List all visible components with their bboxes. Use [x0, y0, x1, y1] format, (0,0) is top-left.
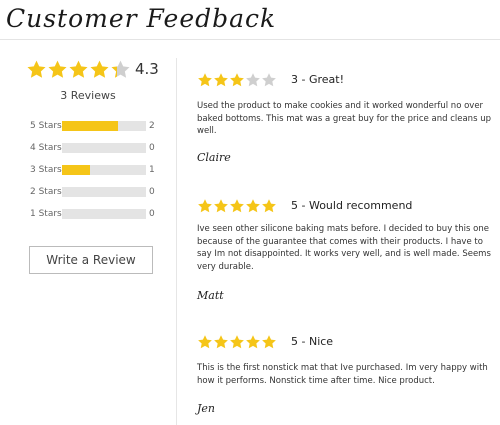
star-icon	[197, 198, 213, 214]
review-count: 3 Reviews	[60, 89, 116, 102]
star-icon	[261, 72, 277, 88]
review-title: 5 - Nice	[291, 335, 334, 348]
rating-bar-track	[62, 165, 146, 175]
star-icon	[26, 59, 47, 80]
rating-bar-fill	[62, 121, 118, 131]
star-icon	[110, 59, 131, 80]
rating-bar-count: 0	[149, 143, 155, 153]
rating-bar-5: 5 Stars 2	[30, 120, 160, 132]
rating-bar-count: 0	[149, 187, 155, 197]
rating-bar-count: 0	[149, 209, 155, 219]
star-icon	[197, 334, 213, 350]
rating-bar-track	[62, 209, 146, 219]
rating-summary-panel: 4.3 3 Reviews 5 Stars 2 4 Stars 0 3 Star…	[0, 40, 176, 425]
review-author-signature: Jen	[197, 402, 216, 415]
rating-bar-fill	[62, 165, 90, 175]
star-icon	[245, 72, 261, 88]
rating-bar-track	[62, 187, 146, 197]
star-icon	[245, 198, 261, 214]
review-rating-stars	[197, 334, 277, 350]
rating-bar-label: 4 Stars	[30, 143, 62, 153]
rating-bar-label: 2 Stars	[30, 187, 62, 197]
star-icon	[261, 334, 277, 350]
review-body: This is the first nonstick mat that Ive …	[197, 363, 488, 386]
review-author-signature: Matt	[197, 289, 224, 302]
star-icon	[229, 72, 245, 88]
rating-bar-count: 2	[149, 121, 155, 131]
rating-bar-label: 5 Stars	[30, 121, 62, 131]
review-title: 5 - Would recommend	[291, 199, 413, 212]
rating-bar-2: 2 Stars 0	[30, 186, 160, 198]
review-rating-stars	[197, 72, 277, 88]
star-icon	[229, 334, 245, 350]
review-body: Ive seen other silicone baking mats befo…	[197, 224, 491, 272]
review-rating-stars	[197, 198, 277, 214]
rating-bar-label: 1 Stars	[30, 209, 62, 219]
review-author-signature: Claire	[197, 151, 231, 164]
page-title: Customer Feedback	[6, 4, 277, 33]
star-icon	[213, 334, 229, 350]
rating-bar-4: 4 Stars 0	[30, 142, 160, 154]
star-icon	[47, 59, 68, 80]
rating-bar-track	[62, 143, 146, 153]
star-icon	[197, 72, 213, 88]
star-icon	[229, 198, 245, 214]
review-title: 3 - Great!	[291, 73, 344, 86]
rating-bar-label: 3 Stars	[30, 165, 62, 175]
rating-bar-1: 1 Stars 0	[30, 208, 160, 220]
star-icon	[68, 59, 89, 80]
write-review-button[interactable]: Write a Review	[29, 246, 153, 274]
average-rating-stars	[26, 59, 131, 80]
rating-bar-track	[62, 121, 146, 131]
average-rating-value: 4.3	[135, 60, 159, 78]
page-header: Customer Feedback	[0, 0, 500, 40]
review-body: Used the product to make cookies and it …	[197, 101, 491, 136]
star-icon	[89, 59, 110, 80]
rating-bar-3: 3 Stars 1	[30, 164, 160, 176]
star-icon	[213, 72, 229, 88]
star-icon	[245, 334, 261, 350]
star-icon	[261, 198, 277, 214]
column-divider	[176, 58, 177, 425]
rating-bar-count: 1	[149, 165, 155, 175]
star-icon	[213, 198, 229, 214]
